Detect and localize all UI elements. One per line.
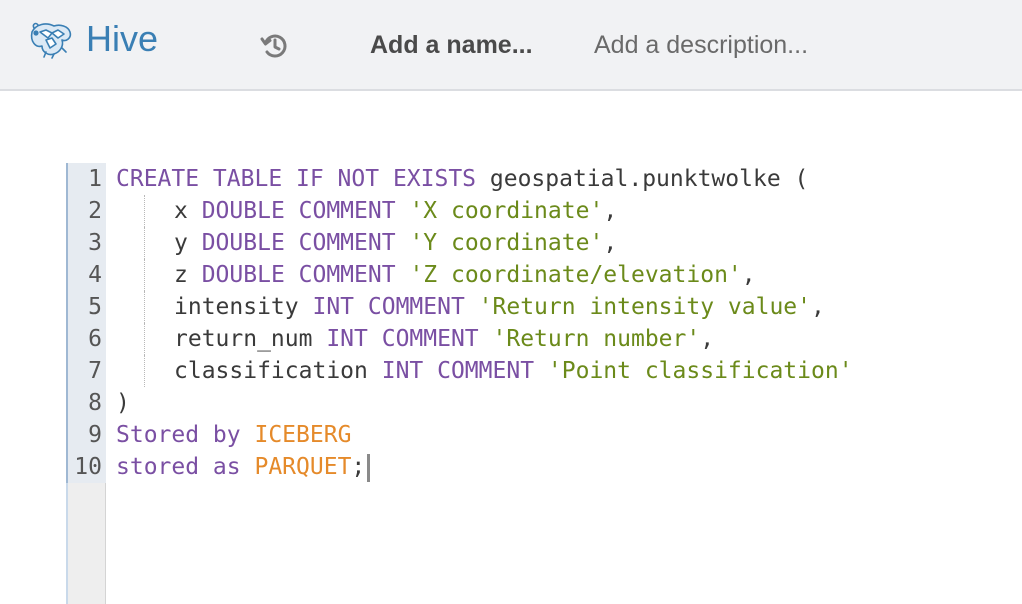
code-token: CREATE TABLE IF NOT EXISTS bbox=[116, 166, 477, 192]
code-line[interactable]: intensity INT COMMENT 'Return intensity … bbox=[116, 291, 1016, 323]
code-token: classification bbox=[174, 358, 382, 384]
code-line[interactable]: x DOUBLE COMMENT 'X coordinate', bbox=[116, 195, 1016, 227]
line-number: 6 bbox=[88, 326, 102, 352]
code-line[interactable]: stored as PARQUET; bbox=[116, 451, 1016, 483]
line-number: 4 bbox=[88, 262, 102, 288]
code-line[interactable]: y DOUBLE COMMENT 'Y coordinate', bbox=[116, 227, 1016, 259]
code-token: 'Point classification' bbox=[547, 358, 853, 384]
code-token: , bbox=[811, 294, 825, 320]
code-token: stored as bbox=[116, 454, 241, 480]
indent-guide bbox=[144, 259, 145, 291]
code-token: INT COMMENT bbox=[326, 326, 479, 352]
code-token: DOUBLE COMMENT bbox=[201, 262, 396, 288]
code-line[interactable]: return_num INT COMMENT 'Return number', bbox=[116, 323, 1016, 355]
hive-bee-logo-icon bbox=[30, 22, 72, 59]
history-icon[interactable] bbox=[259, 30, 291, 62]
line-number: 3 bbox=[88, 230, 102, 256]
sql-editor[interactable]: 1 2 3 4 5 6 7 8 9 10 CREATE TABLE IF NOT EXISTS g… bbox=[66, 163, 1022, 604]
code-token: INT COMMENT bbox=[312, 294, 465, 320]
query-description-input[interactable]: Add a description... bbox=[594, 29, 808, 61]
code-token: z bbox=[174, 262, 202, 288]
code-token: x bbox=[174, 198, 202, 224]
code-token: 'Y coordinate' bbox=[409, 230, 604, 256]
indent-guide bbox=[144, 291, 145, 323]
code-token: DOUBLE COMMENT bbox=[201, 198, 396, 224]
app-title: Hive bbox=[86, 18, 159, 59]
code-token: , bbox=[741, 262, 756, 288]
line-number: 1 bbox=[88, 166, 102, 192]
code-token: PARQUET bbox=[254, 454, 352, 480]
code-token: Stored by bbox=[116, 422, 241, 448]
line-numbers: 1 2 3 4 5 6 7 8 9 10 bbox=[66, 163, 102, 483]
code-line[interactable]: z DOUBLE COMMENT 'Z coordinate/elevation… bbox=[116, 259, 1016, 291]
code-area[interactable]: CREATE TABLE IF NOT EXISTS geospatial.pu… bbox=[116, 163, 1016, 483]
query-name-input[interactable]: Add a name... bbox=[370, 29, 533, 61]
code-token: 'Z coordinate/elevation' bbox=[409, 262, 742, 288]
code-token: , bbox=[603, 198, 618, 224]
code-token: 'Return number' bbox=[492, 326, 701, 352]
indent-guide bbox=[144, 195, 145, 227]
code-token: return_num bbox=[174, 326, 327, 352]
editor-header: Hive Add a name... Add a description... bbox=[0, 0, 1022, 91]
code-token: , bbox=[700, 326, 715, 352]
code-token: DOUBLE COMMENT bbox=[201, 230, 396, 256]
code-token: geospatial.punktwolke ( bbox=[476, 166, 809, 192]
code-token: , bbox=[603, 230, 618, 256]
code-token: 'Return intensity value' bbox=[478, 294, 812, 320]
indent-guide bbox=[144, 227, 145, 259]
line-number: 9 bbox=[88, 422, 102, 448]
code-line[interactable]: Stored by ICEBERG bbox=[116, 419, 1016, 451]
code-token: 'X coordinate' bbox=[409, 198, 604, 224]
indent-guide bbox=[144, 323, 145, 355]
code-token: ICEBERG bbox=[254, 422, 352, 448]
code-token: intensity bbox=[174, 294, 313, 320]
code-token: y bbox=[174, 230, 202, 256]
line-number: 7 bbox=[88, 358, 102, 384]
text-cursor bbox=[367, 453, 371, 482]
code-line[interactable]: ) bbox=[116, 387, 1016, 419]
line-number: 8 bbox=[88, 390, 102, 416]
code-line[interactable]: CREATE TABLE IF NOT EXISTS geospatial.pu… bbox=[116, 163, 1016, 195]
code-token: ) bbox=[116, 390, 130, 416]
code-line[interactable]: classification INT COMMENT 'Point classi… bbox=[116, 355, 1016, 387]
indent-guide bbox=[144, 355, 145, 387]
line-number: 2 bbox=[88, 198, 102, 224]
code-token: INT COMMENT bbox=[381, 358, 535, 384]
line-number: 10 bbox=[74, 454, 102, 480]
code-token: ; bbox=[351, 454, 366, 480]
line-number: 5 bbox=[88, 294, 102, 320]
